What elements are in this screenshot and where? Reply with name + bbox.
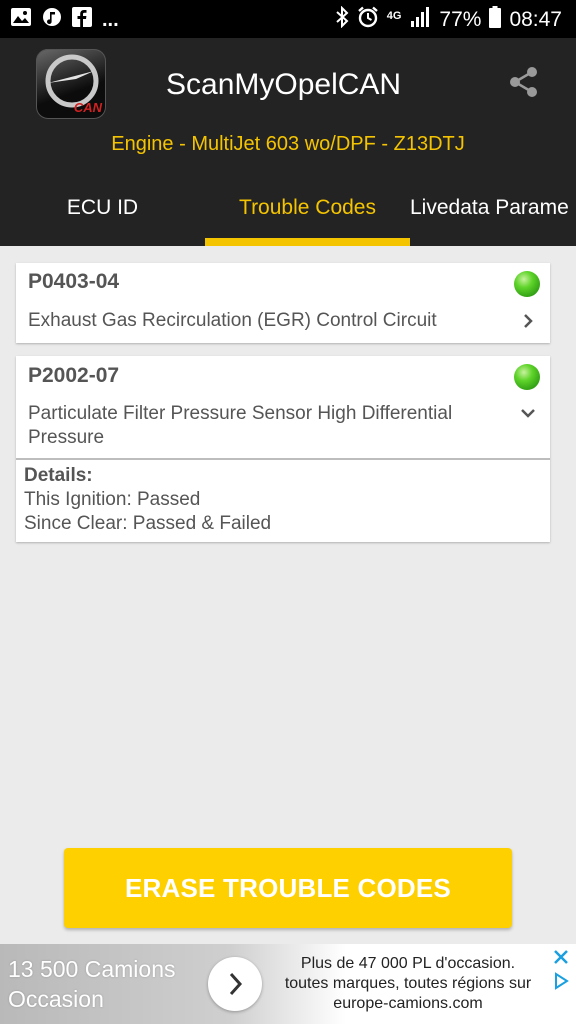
alarm-icon (357, 6, 379, 34)
battery-icon (489, 6, 502, 34)
chevron-down-icon[interactable] (520, 405, 536, 421)
ad-body-line2: toutes marques, toutes régions sur (284, 975, 532, 992)
status-bar: ... 4G 77% 08:47 (0, 0, 576, 38)
bluetooth-icon (335, 5, 349, 34)
details-title: Details: (24, 465, 93, 486)
ad-choices-icon[interactable] (552, 972, 570, 990)
share-icon[interactable] (508, 66, 540, 98)
trouble-code-card[interactable]: P0403-04 Exhaust Gas Recirculation (EGR)… (16, 263, 550, 343)
ad-headline-line2: Occasion (8, 986, 104, 1012)
tab-livedata-parameters[interactable]: Livedata Parame (410, 186, 576, 250)
ecu-subtitle: Engine - MultiJet 603 wo/DPF - Z13DTJ (111, 133, 465, 155)
ad-body-line3: europe-camions.com (333, 995, 483, 1012)
erase-trouble-codes-button[interactable]: ERASE TROUBLE CODES (64, 848, 512, 928)
app-logo: CAN (36, 49, 106, 119)
status-indicator-icon (514, 271, 540, 297)
ad-headline-line1: 13 500 Camions (8, 956, 176, 982)
music-icon (42, 7, 62, 32)
clock: 08:47 (509, 8, 562, 31)
trouble-code: P2002-07 (28, 364, 120, 387)
facebook-icon (72, 7, 92, 32)
chevron-right-icon[interactable] (520, 313, 536, 329)
ad-body[interactable]: Plus de 47 000 PL d'occasion. toutes mar… (268, 954, 548, 1014)
details-since-clear: Since Clear: Passed & Failed (24, 513, 272, 534)
gallery-icon (10, 7, 32, 32)
tab-ecu-id[interactable]: ECU ID (0, 186, 205, 250)
trouble-code-description: Particulate Filter Pressure Sensor High … (28, 403, 453, 448)
more-notifications: ... (102, 8, 119, 31)
ad-banner[interactable]: 13 500 Camions Occasion Plus de 47 000 P… (0, 944, 576, 1024)
status-indicator-icon (514, 364, 540, 390)
tab-indicator (205, 238, 410, 246)
ad-close-icon[interactable] (552, 948, 570, 966)
logo-text: CAN (73, 100, 102, 115)
trouble-code: P0403-04 (28, 270, 120, 293)
trouble-code-card-expanded[interactable]: P2002-07 Particulate Filter Pressure Sen… (16, 356, 550, 542)
battery-percent: 77% (439, 8, 482, 31)
details-this-ignition: This Ignition: Passed (24, 489, 201, 510)
signal-icon (409, 6, 431, 34)
ad-arrow-button[interactable] (208, 957, 262, 1011)
ad-body-line1: Plus de 47 000 PL d'occasion. (300, 955, 516, 972)
ad-headline[interactable]: 13 500 Camions Occasion (8, 954, 176, 1014)
details-divider (16, 458, 550, 460)
app-header: CAN ScanMyOpelCAN Engine - MultiJet 603 … (0, 38, 576, 246)
tab-bar: ECU ID Trouble Codes Livedata Parame (0, 186, 576, 246)
app-title: ScanMyOpelCAN (166, 68, 402, 101)
trouble-code-description: Exhaust Gas Recirculation (EGR) Control … (28, 310, 437, 331)
network-type-label: 4G (386, 10, 402, 22)
details-panel: Details: This Ignition: Passed Since Cle… (24, 464, 271, 536)
